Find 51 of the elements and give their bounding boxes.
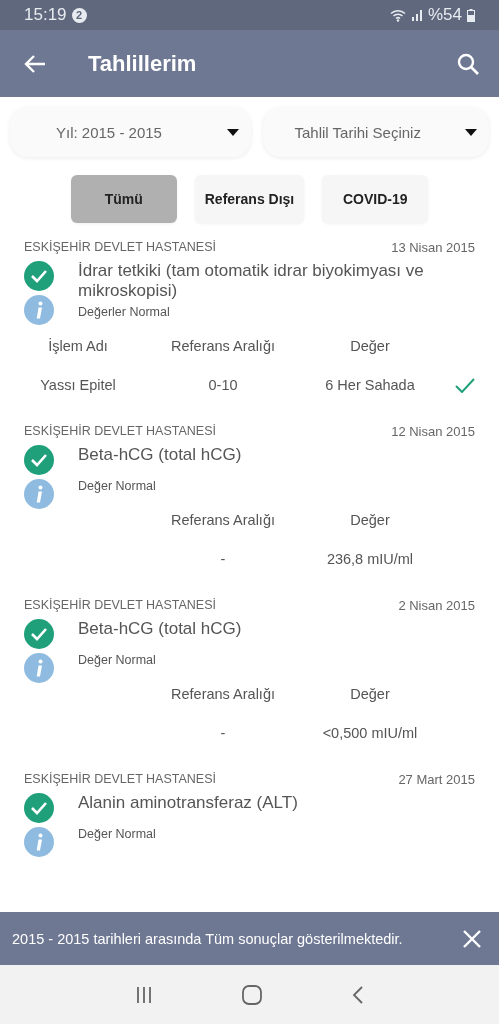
result-date: 27 Mart 2015 bbox=[398, 771, 475, 787]
close-icon[interactable] bbox=[463, 929, 481, 948]
table-cell: - bbox=[220, 551, 226, 567]
column-header: Referans Aralığı bbox=[171, 338, 275, 354]
hospital-name: ESKİŞEHİR DEVLET HASTANESİ bbox=[24, 598, 216, 612]
battery-level: %54 bbox=[427, 5, 462, 25]
table-cell: - bbox=[220, 725, 226, 741]
wifi-icon bbox=[389, 8, 406, 22]
column-header: Referans Aralığı bbox=[171, 686, 275, 702]
test-name: İdrar tetkiki (tam otomatik idrar biyokimyası ve mikroskopisi) bbox=[78, 261, 425, 301]
screen-title: Tahlillerim bbox=[88, 50, 197, 77]
table-cell: <0,500 mIU/ml bbox=[322, 725, 418, 741]
test-name: Alanin aminotransferaz (ALT) bbox=[78, 793, 298, 814]
recent-apps-icon[interactable] bbox=[134, 985, 153, 1004]
back-icon[interactable] bbox=[352, 984, 365, 1005]
filter-tab[interactable]: Referans Dışı bbox=[194, 175, 305, 223]
column-header: Değer bbox=[350, 512, 390, 528]
column-header: Değer bbox=[350, 686, 390, 702]
snackbar-message: 2015 - 2015 tarihleri arasında Tüm sonuçlar gösterilmektedir. bbox=[12, 930, 403, 947]
caret-icon bbox=[465, 128, 477, 136]
table-cell: Yassı Epitel bbox=[40, 377, 116, 393]
dropdown[interactable]: Yıl: 2015 - 2015 bbox=[10, 107, 251, 157]
table-cell: 6 Her Sahada bbox=[325, 377, 415, 393]
test-name: Beta-hCG (total hCG) bbox=[78, 619, 242, 640]
result-status: Değerler Normal bbox=[78, 304, 171, 319]
result-date: 12 Nisan 2015 bbox=[391, 423, 475, 439]
hospital-name: ESKİŞEHİR DEVLET HASTANESİ bbox=[24, 772, 216, 786]
signal-icon bbox=[410, 9, 423, 21]
home-icon[interactable] bbox=[242, 984, 263, 1005]
result-status: Değer Normal bbox=[78, 826, 157, 841]
result-date: 13 Nisan 2015 bbox=[391, 239, 475, 255]
dropdown[interactable]: Tahlil Tarihi Seçiniz bbox=[262, 107, 489, 157]
column-header: İşlem Adı bbox=[48, 338, 108, 354]
result-status: Değer Normal bbox=[78, 652, 157, 667]
table-cell: 0-10 bbox=[208, 377, 238, 393]
result-date: 2 Nisan 2015 bbox=[398, 597, 475, 613]
hospital-name: ESKİŞEHİR DEVLET HASTANESİ bbox=[24, 424, 216, 438]
notification-count: 2 bbox=[71, 7, 87, 23]
search-icon[interactable] bbox=[457, 52, 479, 75]
back-arrow-icon[interactable] bbox=[24, 53, 46, 74]
column-header: Referans Aralığı bbox=[171, 512, 275, 528]
filter-tab[interactable]: COVID-19 bbox=[322, 175, 429, 223]
test-name: Beta-hCG (total hCG) bbox=[78, 445, 242, 466]
column-header: Değer bbox=[350, 338, 390, 354]
table-cell: 236,8 mIU/ml bbox=[326, 551, 414, 567]
caret-icon bbox=[226, 128, 239, 136]
clock: 15:19 bbox=[24, 5, 67, 25]
filter-tab[interactable]: Tümü bbox=[70, 175, 177, 223]
result-status: Değer Normal bbox=[78, 478, 157, 493]
hospital-name: ESKİŞEHİR DEVLET HASTANESİ bbox=[24, 240, 216, 254]
battery-icon bbox=[467, 8, 475, 22]
